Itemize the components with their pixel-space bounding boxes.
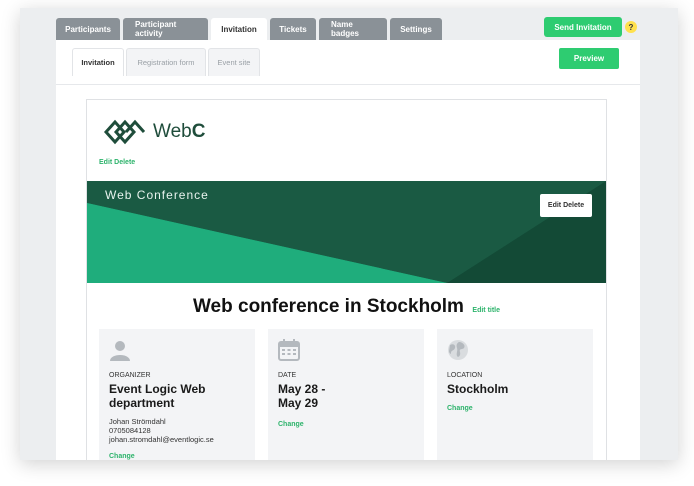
event-title: Web conference in Stockholm [192, 296, 464, 317]
event-title-row: Web conference in Stockholm Edit title [87, 296, 606, 318]
tab-tickets[interactable]: Tickets [270, 18, 316, 40]
location-card: LOCATION Stockholm Change [437, 329, 593, 460]
banner-edit-delete[interactable]: Edit Delete [540, 194, 592, 217]
subtab-invitation[interactable]: Invitation [72, 48, 124, 76]
invitation-panel: Invitation Registration form Event site … [56, 40, 640, 460]
edit-title-link[interactable]: Edit title [472, 307, 500, 314]
organizer-email: johan.stromdahl@eventlogic.se [109, 435, 214, 444]
organizer-change-link[interactable]: Change [109, 453, 135, 460]
help-icon[interactable]: ? [625, 21, 637, 33]
organizer-card: ORGANIZER Event Logic Web department Joh… [99, 329, 255, 460]
banner-title: Web Conference [105, 188, 209, 202]
invitation-preview: WebC Edit Delete Web Conference Edit Del… [86, 99, 607, 460]
globe-icon [448, 340, 468, 360]
organizer-name: Johan Strömdahl [109, 417, 166, 426]
user-icon [110, 341, 130, 361]
date-value: May 28 - May 29 [278, 382, 326, 410]
preview-button[interactable]: Preview [559, 48, 619, 69]
event-logo[interactable]: WebC [103, 118, 205, 146]
date-change-link[interactable]: Change [278, 421, 304, 428]
tab-participant-activity[interactable]: Participant activity [123, 18, 208, 40]
organizer-details: Johan Strömdahl 0705084128 johan.stromda… [109, 417, 214, 444]
organizer-label: ORGANIZER [109, 372, 151, 379]
tab-participants[interactable]: Participants [56, 18, 120, 40]
date-card: DATE May 28 - May 29 Change [268, 329, 424, 460]
location-change-link[interactable]: Change [447, 405, 473, 412]
sub-tab-bar: Invitation Registration form Event site [72, 48, 260, 76]
info-cards: ORGANIZER Event Logic Web department Joh… [99, 329, 593, 460]
top-tab-bar: Participants Participant activity Invita… [56, 18, 442, 40]
organizer-phone: 0705084128 [109, 426, 151, 435]
tab-invitation[interactable]: Invitation [211, 18, 267, 40]
calendar-icon [278, 339, 300, 361]
send-invitation-button[interactable]: Send Invitation [544, 17, 622, 37]
logo-edit-delete[interactable]: Edit Delete [99, 159, 135, 166]
location-value: Stockholm [447, 382, 509, 396]
location-label: LOCATION [447, 372, 483, 379]
subtab-registration-form[interactable]: Registration form [126, 48, 206, 76]
app-window: Participants Participant activity Invita… [20, 8, 678, 460]
date-label: DATE [278, 372, 297, 379]
divider [56, 84, 640, 85]
tab-name-badges[interactable]: Name badges [319, 18, 387, 40]
webc-logo-icon [103, 119, 145, 145]
organizer-value: Event Logic Web department [109, 382, 206, 410]
tab-settings[interactable]: Settings [390, 18, 442, 40]
event-banner: Web Conference Edit Delete [87, 181, 606, 283]
logo-text: WebC [153, 121, 206, 142]
subtab-event-site[interactable]: Event site [208, 48, 260, 76]
